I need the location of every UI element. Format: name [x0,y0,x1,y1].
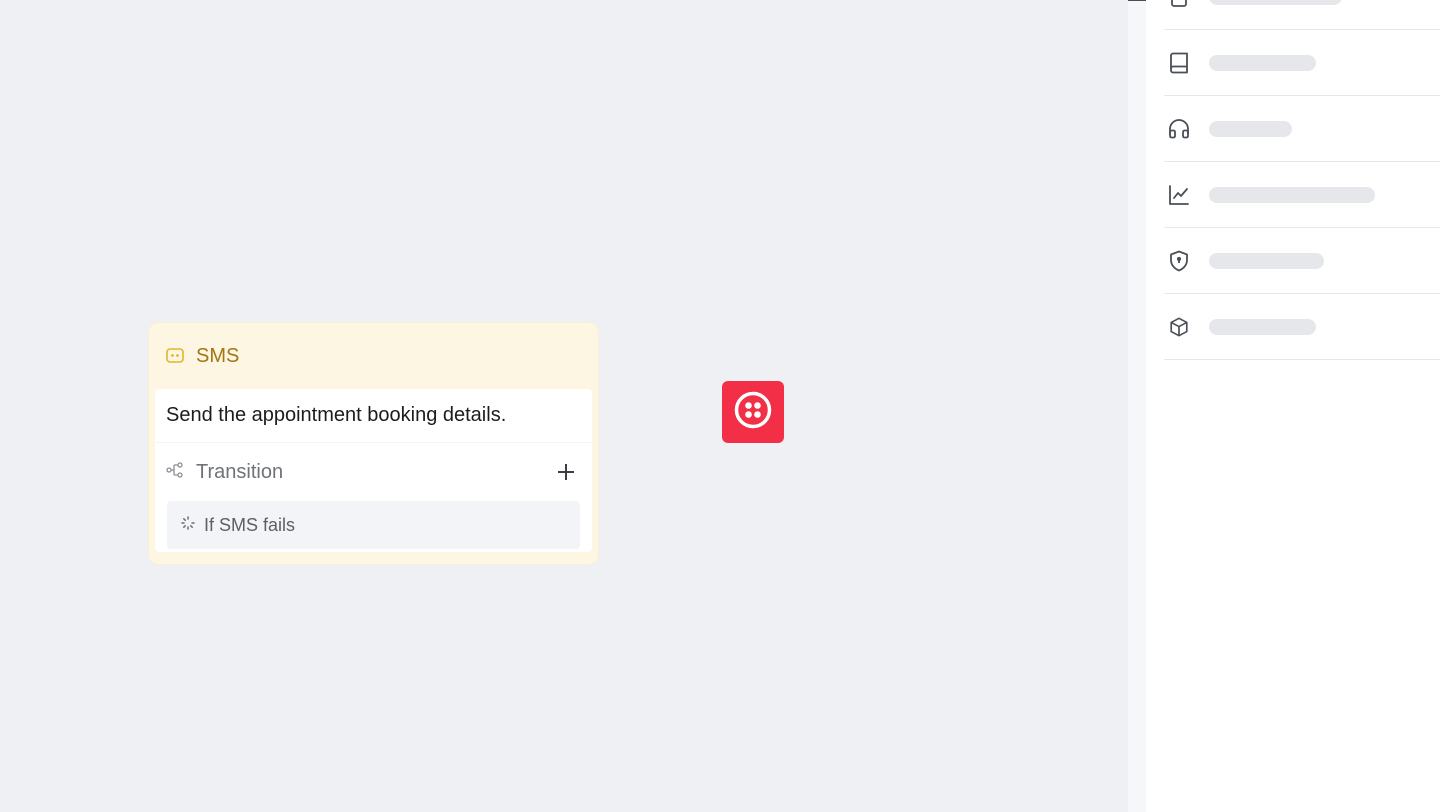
twilio-badge[interactable] [722,381,784,443]
node-body: Send the appointment booking details. Tr… [155,389,592,552]
skeleton-label [1209,0,1342,5]
add-transition-button[interactable] [554,460,578,484]
book-icon [1164,48,1194,78]
skeleton-label [1209,318,1316,335]
loading-icon [180,515,196,536]
sms-node[interactable]: SMS Send the appointment booking details… [148,322,599,565]
cube-icon [1164,312,1194,342]
panel-item-support[interactable] [1164,96,1440,162]
headphones-icon [1164,114,1194,144]
condition-label: If SMS fails [204,514,296,535]
panel-item-security[interactable] [1164,228,1440,294]
skeleton-label [1209,120,1292,137]
transition-label: Transition [196,460,284,483]
node-description[interactable]: Send the appointment booking details. [155,389,592,443]
shield-icon [1164,246,1194,276]
panel-item-document[interactable] [1164,0,1440,30]
node-type-label: SMS [196,344,240,367]
branch-icon [166,461,184,484]
panel-item-book[interactable] [1164,30,1440,96]
transition-condition[interactable]: If SMS fails [167,501,580,549]
transition-row: Transition [155,443,592,501]
panel-item-integrations[interactable] [1164,294,1440,360]
twilio-icon [733,390,773,435]
message-icon [165,346,185,366]
document-icon [1164,0,1194,12]
flow-canvas[interactable]: SMS Send the appointment booking details… [0,0,1128,812]
node-header: SMS [149,323,598,389]
right-side-panel [1146,0,1440,812]
skeleton-label [1209,186,1375,203]
line-chart-icon [1164,180,1194,210]
skeleton-label [1209,252,1324,269]
panel-divider [1128,0,1146,812]
panel-item-analytics[interactable] [1164,162,1440,228]
skeleton-label [1209,54,1316,71]
